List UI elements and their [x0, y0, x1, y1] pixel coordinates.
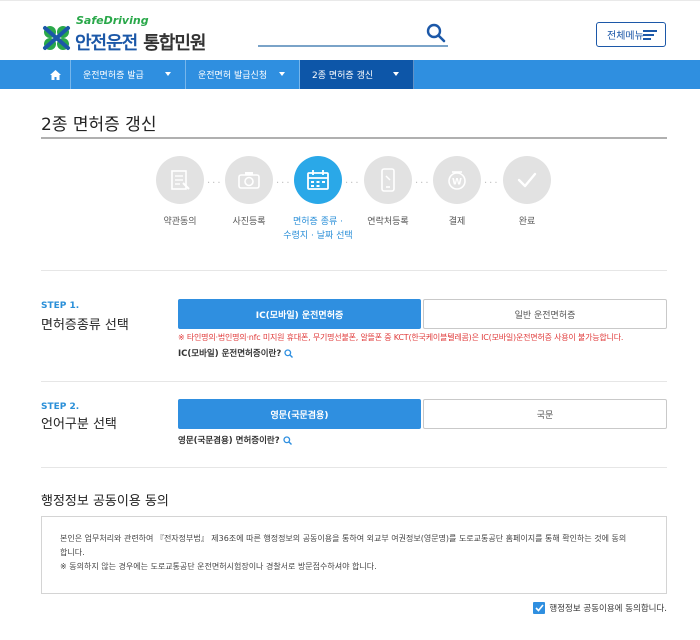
check-icon — [535, 604, 544, 612]
step-connector: ··· — [484, 178, 500, 189]
ic-license-help-link[interactable]: IC(모바일) 운전면허증이란? — [178, 347, 294, 359]
step1-number: STEP 1. — [41, 301, 80, 311]
search-icon — [426, 23, 446, 43]
english-korean-option[interactable]: 영문(국문겸용) — [178, 399, 421, 429]
step-photo — [225, 156, 273, 204]
page-title: 2종 면허증 갱신 — [41, 115, 157, 135]
search-button[interactable] — [426, 23, 448, 45]
regular-license-option[interactable]: 일반 운전면허증 — [423, 299, 667, 329]
info-sharing-terms-box: 본인은 업무처리와 관련하여 『전자정부법』 제36조에 따른 행정정보의 공동… — [41, 516, 667, 594]
step-label-complete: 완료 — [518, 217, 536, 227]
site-logo[interactable]: SafeDriving 안전운전 통합민원 — [41, 14, 207, 55]
info-sharing-agree[interactable]: 행정정보 공동이용에 동의합니다. — [533, 602, 667, 614]
all-menu-button[interactable]: 전체메뉴 — [596, 22, 666, 47]
document-icon — [171, 170, 190, 190]
ic-license-warning: ※ 타인명의·법인명의·nfc 미지원 휴대폰, 무기명선불폰, 알뜰폰 중 K… — [178, 333, 624, 342]
terms-text: 본인은 업무처리와 관련하여 『전자정부법』 제36조에 따른 행정정보의 공동… — [60, 534, 627, 543]
all-menu-label: 전체메뉴 — [607, 31, 644, 42]
step2-title: 언어구분 선택 — [41, 417, 117, 432]
site-header: SafeDriving 안전운전 통합민원 전체메뉴 — [0, 0, 700, 60]
svg-text:W: W — [452, 178, 462, 188]
info-sharing-title: 행정정보 공동이용 동의 — [41, 494, 169, 509]
step2-number: STEP 2. — [41, 402, 80, 412]
step-payment: W — [433, 156, 481, 204]
step-connector: ··· — [345, 178, 361, 189]
terms-text: 합니다. — [60, 548, 85, 557]
breadcrumb-nav: 운전면허증 발급 운전면허 발급신청 2종 면허증 갱신 — [0, 60, 700, 89]
home-icon — [50, 69, 61, 80]
ic-mobile-license-option[interactable]: IC(모바일) 운전면허증 — [178, 299, 421, 329]
step-contact — [364, 156, 412, 204]
search-input[interactable] — [258, 24, 418, 44]
phone-icon — [381, 168, 395, 192]
logo-subtitle: SafeDriving — [76, 14, 149, 27]
terms-notice: ※ 동의하지 않는 경우에는 도로교통공단 운전면허시험장이나 경찰서로 방문접… — [60, 562, 377, 571]
camera-icon — [238, 172, 260, 189]
chevron-down-icon — [165, 72, 171, 76]
chevron-down-icon — [279, 72, 285, 76]
section-divider — [41, 467, 667, 468]
clover-logo-icon — [41, 24, 73, 52]
step-license-type — [294, 156, 342, 204]
logo-title-secondary: 통합민원 — [143, 33, 206, 54]
step1-title: 면허증종류 선택 — [41, 318, 129, 333]
payment-icon: W — [448, 171, 466, 190]
calendar-icon — [307, 170, 329, 190]
search-box — [258, 23, 448, 47]
agree-label: 행정정보 공동이용에 동의합니다. — [549, 604, 667, 614]
search-icon — [284, 348, 294, 358]
step-terms — [156, 156, 204, 204]
nav-item-license-renewal[interactable]: 2종 면허증 갱신 — [300, 60, 414, 89]
chevron-down-icon — [393, 72, 399, 76]
title-divider — [41, 137, 667, 139]
agree-checkbox[interactable] — [533, 602, 546, 614]
nav-item-license-apply[interactable]: 운전면허 발급신청 — [186, 60, 300, 89]
section-divider — [41, 270, 667, 271]
section-divider — [41, 381, 667, 382]
english-license-help-link[interactable]: 영문(국문겸용) 면허증이란? — [178, 434, 292, 446]
step-connector: ··· — [276, 178, 292, 189]
korean-option[interactable]: 국문 — [423, 399, 667, 429]
logo-title-primary: 안전운전 — [75, 33, 138, 54]
hamburger-icon — [643, 30, 657, 40]
step-complete — [503, 156, 551, 204]
check-icon — [517, 172, 537, 188]
step-connector: ··· — [207, 178, 223, 189]
nav-item-license-issue[interactable]: 운전면허증 발급 — [71, 60, 186, 89]
step-connector: ··· — [415, 178, 431, 189]
nav-home-button[interactable] — [41, 60, 71, 89]
search-icon — [283, 435, 292, 445]
